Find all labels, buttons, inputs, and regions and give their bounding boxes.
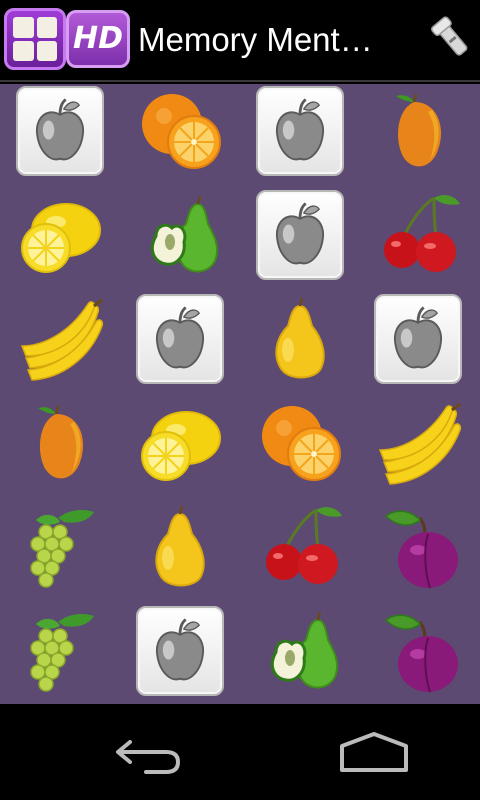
pear-half-icon (150, 195, 218, 273)
mango-icon (38, 405, 83, 479)
logo-tile (36, 17, 57, 38)
card-lemon[interactable] (16, 190, 104, 280)
apple-icon (276, 202, 324, 265)
logo-tile (13, 17, 34, 38)
card-cherries[interactable] (374, 190, 462, 280)
card-plum[interactable] (374, 606, 462, 696)
card-grapes[interactable] (16, 502, 104, 592)
game-board (0, 84, 480, 704)
card-orange[interactable] (256, 398, 344, 488)
card-pear[interactable] (136, 502, 224, 592)
navigation-bar (0, 704, 480, 800)
apple-icon (156, 618, 204, 681)
hd-badge: HD (66, 10, 130, 68)
apple-icon (276, 98, 324, 161)
logo-tile (36, 40, 57, 61)
pear-half-icon (270, 611, 338, 689)
card-grapes[interactable] (16, 606, 104, 696)
card-face-down[interactable] (374, 294, 462, 384)
card-face-down[interactable] (256, 190, 344, 280)
plum-icon (384, 510, 458, 589)
orange-icon (262, 406, 341, 481)
app-title: Memory Ment… (138, 21, 373, 58)
cherries-icon (384, 195, 460, 272)
app-logo-icon[interactable] (4, 8, 66, 70)
lemon-icon (21, 203, 101, 273)
logo-tile (13, 40, 34, 61)
card-cherries[interactable] (256, 502, 344, 592)
back-arrow-icon[interactable] (108, 728, 188, 778)
flashlight-settings-icon[interactable] (430, 14, 476, 66)
card-face-down[interactable] (136, 606, 224, 696)
grapes-icon (30, 614, 94, 692)
card-mango[interactable] (16, 398, 104, 488)
cherries-icon (266, 507, 342, 584)
mango-icon (396, 93, 441, 167)
apple-icon (36, 98, 84, 161)
pear-icon (275, 297, 325, 379)
orange-icon (142, 94, 221, 169)
card-pear[interactable] (256, 294, 344, 384)
card-plum[interactable] (374, 502, 462, 592)
card-banana[interactable] (374, 398, 462, 488)
card-pear-half[interactable] (136, 190, 224, 280)
banana-icon (378, 402, 462, 485)
card-face-down[interactable] (16, 86, 104, 176)
card-orange[interactable] (136, 86, 224, 176)
plum-icon (384, 614, 458, 693)
grapes-icon (30, 510, 94, 588)
pear-icon (155, 505, 205, 587)
card-banana[interactable] (16, 294, 104, 384)
banana-icon (20, 298, 104, 381)
card-lemon[interactable] (136, 398, 224, 488)
apple-icon (156, 306, 204, 369)
apple-icon (394, 306, 442, 369)
lemon-icon (141, 411, 221, 481)
card-face-down[interactable] (136, 294, 224, 384)
card-mango[interactable] (374, 86, 462, 176)
card-pear-half[interactable] (256, 606, 344, 696)
card-face-down[interactable] (256, 86, 344, 176)
action-bar: HD Memory Ment… (0, 0, 480, 82)
home-icon[interactable] (334, 728, 414, 778)
